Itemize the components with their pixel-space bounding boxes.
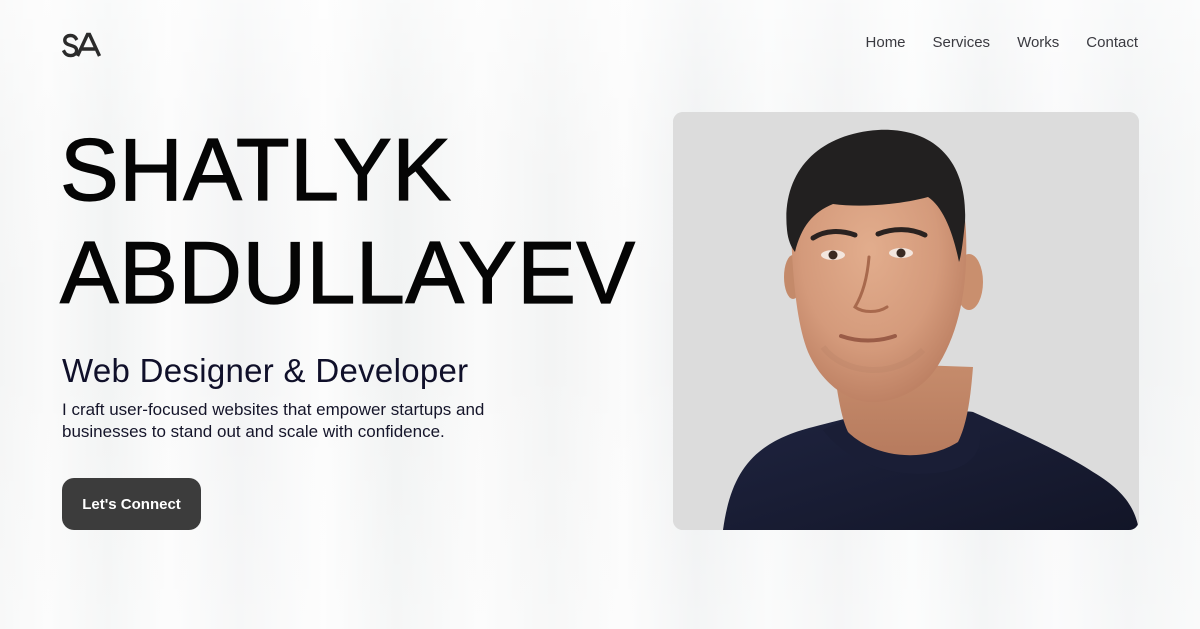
logo[interactable] bbox=[62, 30, 102, 62]
hero-tagline: I craft user-focused websites that empow… bbox=[62, 400, 485, 441]
portrait-illustration bbox=[673, 112, 1139, 530]
nav-home[interactable]: Home bbox=[866, 34, 906, 51]
hero-name-last: ABDULLAYEV bbox=[59, 222, 636, 322]
main-nav: Home Services Works Contact bbox=[866, 34, 1138, 51]
hero-name-first: SHATLYK bbox=[59, 119, 452, 219]
hero-role: Web Designer & Developer bbox=[62, 352, 469, 389]
nav-contact[interactable]: Contact bbox=[1086, 34, 1138, 51]
hero-name: SHATLYK ABDULLAYEV bbox=[59, 118, 636, 324]
profile-photo bbox=[673, 112, 1139, 530]
nav-works[interactable]: Works bbox=[1017, 34, 1059, 51]
nav-services[interactable]: Services bbox=[933, 34, 991, 51]
lets-connect-button[interactable]: Let's Connect bbox=[62, 478, 201, 530]
